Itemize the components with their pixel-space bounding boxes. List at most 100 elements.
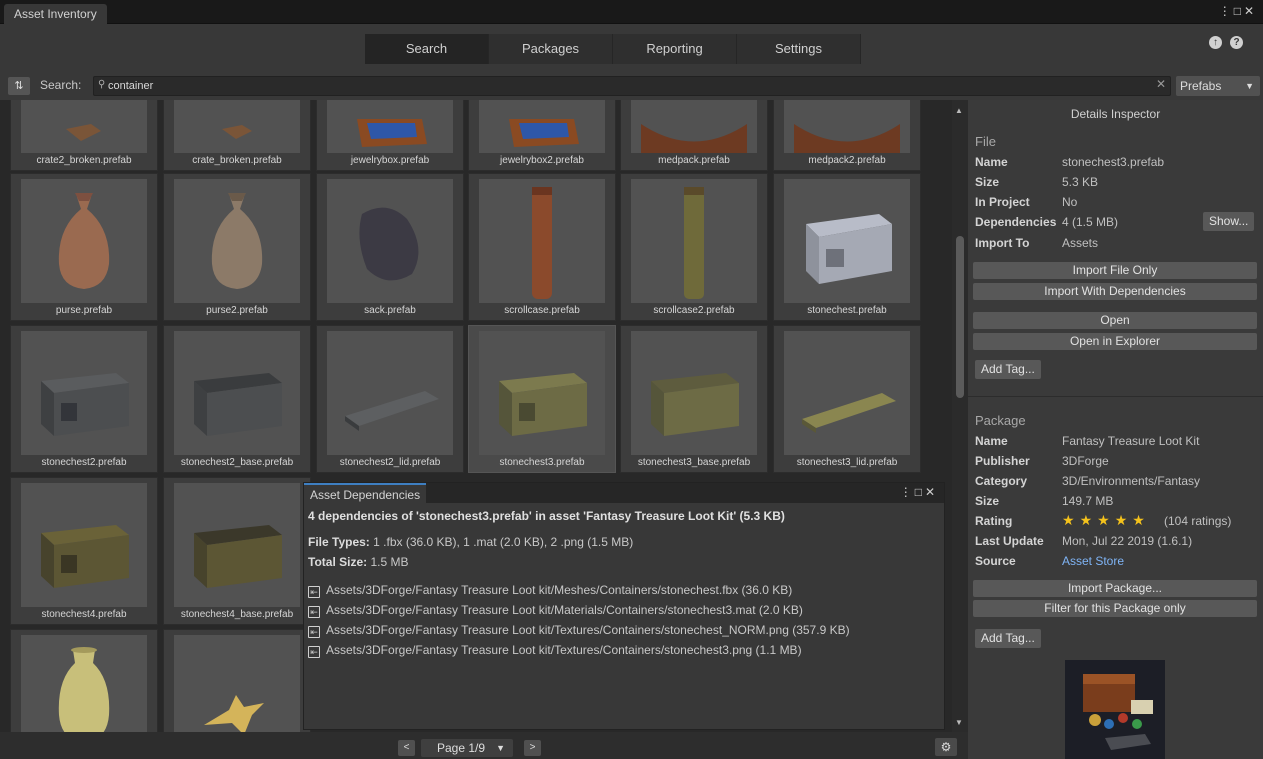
search-icon: ⚲ (98, 79, 106, 90)
asset-tile[interactable]: crate_broken.prefab (163, 100, 311, 171)
asset-store-link[interactable]: Asset Store (1062, 554, 1124, 568)
asset-tile[interactable]: jewelrybox.prefab (316, 100, 464, 171)
package-size-key: Size (975, 494, 1000, 508)
asset-tile[interactable]: stonechest4_base.prefab (163, 477, 311, 625)
open-button[interactable]: Open (973, 312, 1257, 329)
import-to-key: Import To (975, 236, 1030, 250)
file-name-value: stonechest3.prefab (1062, 155, 1165, 169)
next-page-button[interactable]: > (524, 740, 541, 756)
asset-tile[interactable]: scrollcase2.prefab (620, 173, 768, 321)
help-icons: ↑ ? (1209, 36, 1243, 49)
asset-tile[interactable]: medpack2.prefab (773, 100, 921, 171)
tab-search[interactable]: Search (365, 34, 489, 64)
asset-thumbnail (174, 635, 300, 732)
tab-reporting[interactable]: Reporting (613, 34, 737, 64)
asset-label: purse2.prefab (206, 305, 268, 316)
rating-stars: ★★★★★ (1062, 512, 1150, 529)
source-key: Source (975, 554, 1016, 568)
search-input[interactable]: ⚲ container (93, 76, 1171, 96)
window-tab[interactable]: Asset Inventory (4, 4, 107, 24)
asset-tile[interactable]: purse2.prefab (163, 173, 311, 321)
help-icon[interactable]: ? (1230, 36, 1243, 49)
asset-tile[interactable]: stonechest.prefab (773, 173, 921, 321)
asset-tile[interactable]: medpack.prefab (620, 100, 768, 171)
settings-gear-button[interactable]: ⚙ (935, 738, 957, 756)
asset-tile[interactable]: crate2_broken.prefab (10, 100, 158, 171)
import-package-button[interactable]: Import Package... (973, 580, 1257, 597)
asset-tile[interactable] (10, 629, 158, 732)
asset-thumbnail (327, 331, 453, 455)
asset-tile[interactable]: purse.prefab (10, 173, 158, 321)
close-icon[interactable]: ✕ (925, 485, 938, 499)
asset-tile[interactable]: stonechest3_lid.prefab (773, 325, 921, 473)
filter-toggle-button[interactable]: ⇅ (8, 77, 30, 95)
filter-package-button[interactable]: Filter for this Package only (973, 600, 1257, 617)
category-key: Category (975, 474, 1028, 488)
more-menu-icon[interactable]: ⋮ (900, 485, 915, 499)
asset-thumbnail (21, 483, 147, 607)
ping-asset-icon[interactable]: ⇤ (308, 606, 320, 618)
asset-tile[interactable]: stonechest2.prefab (10, 325, 158, 473)
main-toolbar: Search Packages Reporting Settings ↑ ? (0, 24, 1263, 72)
asset-tile[interactable]: stonechest2_lid.prefab (316, 325, 464, 473)
tab-packages[interactable]: Packages (489, 34, 613, 64)
asset-label: stonechest3.prefab (499, 457, 585, 468)
scroll-up-icon[interactable]: ▲ (955, 106, 963, 115)
asset-label: medpack2.prefab (808, 155, 886, 166)
asset-tile[interactable]: stonechest2_base.prefab (163, 325, 311, 473)
rating-key: Rating (975, 514, 1013, 528)
maximize-icon[interactable]: □ (915, 485, 925, 499)
file-types-value: 1 .fbx (36.0 KB), 1 .mat (2.0 KB), 2 .pn… (373, 535, 634, 549)
dependencies-tabbar: Asset Dependencies ⋮□✕ (304, 483, 944, 503)
import-with-dependencies-button[interactable]: Import With Dependencies (973, 283, 1257, 300)
gear-icon: ⚙ (940, 740, 952, 754)
tab-settings[interactable]: Settings (737, 34, 861, 64)
dependency-item[interactable]: ⇤ Assets/3DForge/Fantasy Treasure Loot ki… (308, 603, 803, 618)
add-tag-file-button[interactable]: Add Tag... (975, 360, 1041, 379)
dependencies-value: 4 (1.5 MB) (1062, 215, 1119, 229)
dependency-item[interactable]: ⇤ Assets/3DForge/Fantasy Treasure Loot ki… (308, 623, 850, 638)
dependencies-window-controls: ⋮□✕ (900, 485, 938, 499)
ping-asset-icon[interactable]: ⇤ (308, 586, 320, 598)
upload-icon[interactable]: ↑ (1209, 36, 1222, 49)
asset-tile-selected[interactable]: stonechest3.prefab (468, 325, 616, 473)
package-name-value: Fantasy Treasure Loot Kit (1062, 434, 1200, 448)
open-in-explorer-button[interactable]: Open in Explorer (973, 333, 1257, 350)
ping-asset-icon[interactable]: ⇤ (308, 626, 320, 638)
scroll-down-icon[interactable]: ▼ (955, 718, 963, 727)
maximize-icon[interactable]: □ (1234, 4, 1244, 18)
asset-tile[interactable]: jewelrybox2.prefab (468, 100, 616, 171)
package-preview-image (1065, 660, 1165, 759)
prev-page-button[interactable]: < (398, 740, 415, 756)
type-filter-dropdown[interactable]: Prefabs ▼ (1176, 76, 1260, 96)
publisher-value: 3DForge (1062, 454, 1109, 468)
asset-tile[interactable]: stonechest3_base.prefab (620, 325, 768, 473)
dependency-item[interactable]: ⇤ Assets/3DForge/Fantasy Treasure Loot ki… (308, 583, 792, 598)
ping-asset-icon[interactable]: ⇤ (308, 646, 320, 658)
star-icon: ★ (1062, 512, 1080, 528)
last-update-key: Last Update (975, 534, 1044, 548)
grid-scrollbar[interactable] (952, 100, 968, 732)
asset-tile[interactable] (163, 629, 311, 732)
asset-thumbnail (21, 635, 147, 732)
asset-label: stonechest2_base.prefab (180, 457, 294, 468)
category-value: 3D/Environments/Fantasy (1062, 474, 1201, 488)
add-tag-package-button[interactable]: Add Tag... (975, 629, 1041, 648)
asset-tile[interactable]: stonechest4.prefab (10, 477, 158, 625)
grid-scrollbar-thumb[interactable] (956, 236, 964, 398)
file-size-value: 5.3 KB (1062, 175, 1099, 189)
clear-search-icon[interactable]: ✕ (1156, 77, 1166, 91)
main-tabs: Search Packages Reporting Settings (365, 34, 861, 64)
dependency-item[interactable]: ⇤ Assets/3DForge/Fantasy Treasure Loot ki… (308, 643, 802, 658)
asset-tile[interactable]: scrollcase.prefab (468, 173, 616, 321)
close-icon[interactable]: ✕ (1244, 4, 1257, 18)
asset-thumbnail (174, 179, 300, 303)
more-menu-icon[interactable]: ⋮ (1219, 4, 1234, 18)
asset-tile[interactable]: sack.prefab (316, 173, 464, 321)
dependencies-tab[interactable]: Asset Dependencies (304, 483, 427, 503)
rating-count: (104 ratings) (1164, 514, 1232, 528)
show-dependencies-button[interactable]: Show... (1203, 212, 1255, 231)
asset-thumbnail (784, 100, 910, 153)
import-file-only-button[interactable]: Import File Only (973, 262, 1257, 279)
page-select[interactable]: Page 1/9 ▼ (421, 739, 513, 757)
